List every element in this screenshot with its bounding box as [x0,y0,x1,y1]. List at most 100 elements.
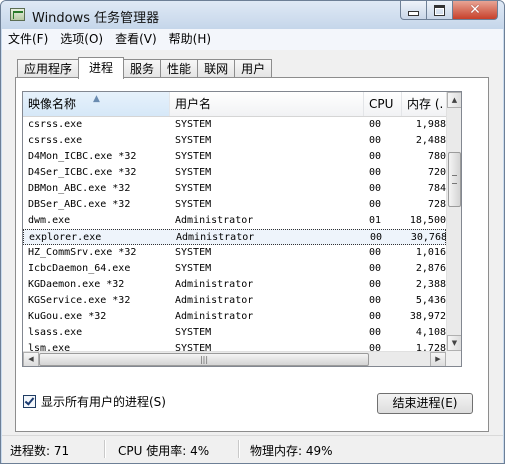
process-row[interactable]: KGService.exe *32 Administrator 00 5,436 [23,293,446,309]
process-user: SYSTEM [175,119,212,130]
process-name: D4Ser_ICBC.exe *32 [28,167,137,178]
process-name: KuGou.exe *32 [28,311,107,322]
process-row[interactable]: KGDaemon.exe *32 Administrator 00 2,388 [23,277,446,293]
process-cpu: 00 [370,232,383,243]
process-memory: 30,768 [410,232,447,243]
vertical-scrollbar[interactable]: ▲ ▼ [446,92,461,351]
end-process-button[interactable]: 结束进程(E) [377,393,473,414]
minimize-icon [408,10,419,16]
process-cpu: 00 [369,263,382,274]
horizontal-scroll-thumb[interactable]: ||| [39,353,369,366]
sort-ascending-icon: ▲ [93,94,100,104]
process-user: SYSTEM [175,263,212,274]
task-manager-icon [10,8,25,21]
task-manager-window: Windows 任务管理器 ✕ 文件(F) 选项(O) 查看(V) 帮助(H) … [0,0,505,464]
process-user: SYSTEM [175,199,212,210]
process-row[interactable]: csrss.exe SYSTEM 00 2,488 [23,133,446,149]
menu-bar: 文件(F) 选项(O) 查看(V) 帮助(H) [2,29,503,50]
title-bar[interactable]: Windows 任务管理器 ✕ [1,1,504,29]
process-name: KGService.exe *32 [28,295,131,306]
process-cpu: 00 [369,279,382,290]
process-row[interactable]: dwm.exe Administrator 01 18,500 [23,213,446,229]
horizontal-scrollbar[interactable]: ◀ ||| ▶ [23,351,446,366]
process-row[interactable]: csrss.exe SYSTEM 00 1,988 [23,117,446,133]
close-icon: ✕ [469,2,481,18]
tab-applications[interactable]: 应用程序 [17,59,80,78]
show-all-users-label: 显示所有用户的进程(S) [41,395,166,409]
minimize-button[interactable] [400,1,427,20]
menu-options[interactable]: 选项(O) [54,30,109,49]
process-row[interactable]: KuGou.exe *32 Administrator 00 38,972 [23,309,446,325]
process-memory: 2,388 [415,279,446,290]
column-image-name[interactable]: ▲ 映像名称 [23,92,170,116]
process-name: IcbcDaemon_64.exe [28,263,131,274]
process-cpu: 00 [369,311,382,322]
show-all-users-checkbox[interactable]: 显示所有用户的进程(S) [23,393,166,410]
process-user: Administrator [176,232,255,243]
menu-file[interactable]: 文件(F) [2,30,54,49]
process-user: SYSTEM [175,247,212,258]
process-memory: 2,876 [415,263,446,274]
process-name: explorer.exe [29,232,102,243]
column-cpu[interactable]: CPU [364,92,402,116]
column-image-name-label: 映像名称 [28,97,77,111]
process-user: SYSTEM [175,183,212,194]
process-user: SYSTEM [175,151,212,162]
window-controls: ✕ [400,1,498,21]
client-area: 应用程序 进程 服务 性能 联网 用户 ▲ 映像名称 用户名 CPU 内存 (.… [2,50,503,435]
tab-services[interactable]: 服务 [123,59,162,78]
menu-help[interactable]: 帮助(H) [163,30,217,49]
process-list[interactable]: ▲ 映像名称 用户名 CPU 内存 (. csrss.exe SYSTEM 00 1,… [22,91,462,367]
column-memory[interactable]: 内存 (. [402,92,446,116]
column-memory-label: 内存 (. [407,97,444,111]
process-row[interactable]: explorer.exe Administrator 00 30,768 [23,229,447,245]
process-user: SYSTEM [175,327,212,338]
maximize-button[interactable] [427,1,453,20]
status-divider [238,440,240,458]
checkbox-checked-icon[interactable] [23,395,36,408]
tab-users[interactable]: 用户 [234,59,273,78]
scroll-up-button[interactable]: ▲ [447,92,461,108]
menu-view[interactable]: 查看(V) [109,30,163,49]
process-memory: 18,500 [409,215,446,226]
process-name: csrss.exe [28,135,83,146]
process-row[interactable]: lsass.exe SYSTEM 00 4,108 [23,325,446,341]
process-cpu: 00 [369,183,382,194]
tab-performance[interactable]: 性能 [160,59,199,78]
column-user-name-label: 用户名 [175,97,212,111]
process-row[interactable]: DBMon_ABC.exe *32 SYSTEM 00 784 [23,181,446,197]
column-user-name[interactable]: 用户名 [170,92,364,116]
scroll-left-button[interactable]: ◀ [23,352,39,366]
tab-processes[interactable]: 进程 [78,57,125,79]
vertical-scroll-thumb[interactable] [448,152,461,207]
process-cpu: 01 [369,215,382,226]
scroll-down-button[interactable]: ▼ [447,335,461,351]
cpu-usage: CPU 使用率: 4% [118,444,210,458]
process-memory: 784 [427,183,446,194]
process-memory: 38,972 [409,311,446,322]
process-user: Administrator [175,311,254,322]
process-row[interactable]: IcbcDaemon_64.exe SYSTEM 00 2,876 [23,261,446,277]
process-user: SYSTEM [175,135,212,146]
process-row[interactable]: HZ_CommSrv.exe *32 SYSTEM 00 1,016 [23,245,446,261]
process-row[interactable]: D4Mon_ICBC.exe *32 SYSTEM 00 780 [23,149,446,165]
process-cpu: 00 [369,327,382,338]
close-button[interactable]: ✕ [453,1,498,20]
process-memory: 5,436 [415,295,446,306]
process-row[interactable]: D4Ser_ICBC.exe *32 SYSTEM 00 720 [23,165,446,181]
maximize-icon [434,4,445,16]
tab-networking[interactable]: 联网 [197,59,236,78]
process-name: D4Mon_ICBC.exe *32 [28,151,137,162]
process-rows: csrss.exe SYSTEM 00 1,988 csrss.exe SYSTEM 00 2… [23,117,447,366]
scroll-right-button[interactable]: ▶ [430,352,446,366]
process-user: Administrator [175,279,254,290]
process-memory: 720 [427,167,446,178]
process-name: DBMon_ABC.exe *32 [28,183,131,194]
process-cpu: 00 [369,247,382,258]
process-memory: 728 [427,199,446,210]
process-cpu: 00 [369,151,382,162]
process-row[interactable]: DBSer_ABC.exe *32 SYSTEM 00 728 [23,197,446,213]
process-name: dwm.exe [28,215,71,226]
process-user: Administrator [175,295,254,306]
process-cpu: 00 [369,119,382,130]
